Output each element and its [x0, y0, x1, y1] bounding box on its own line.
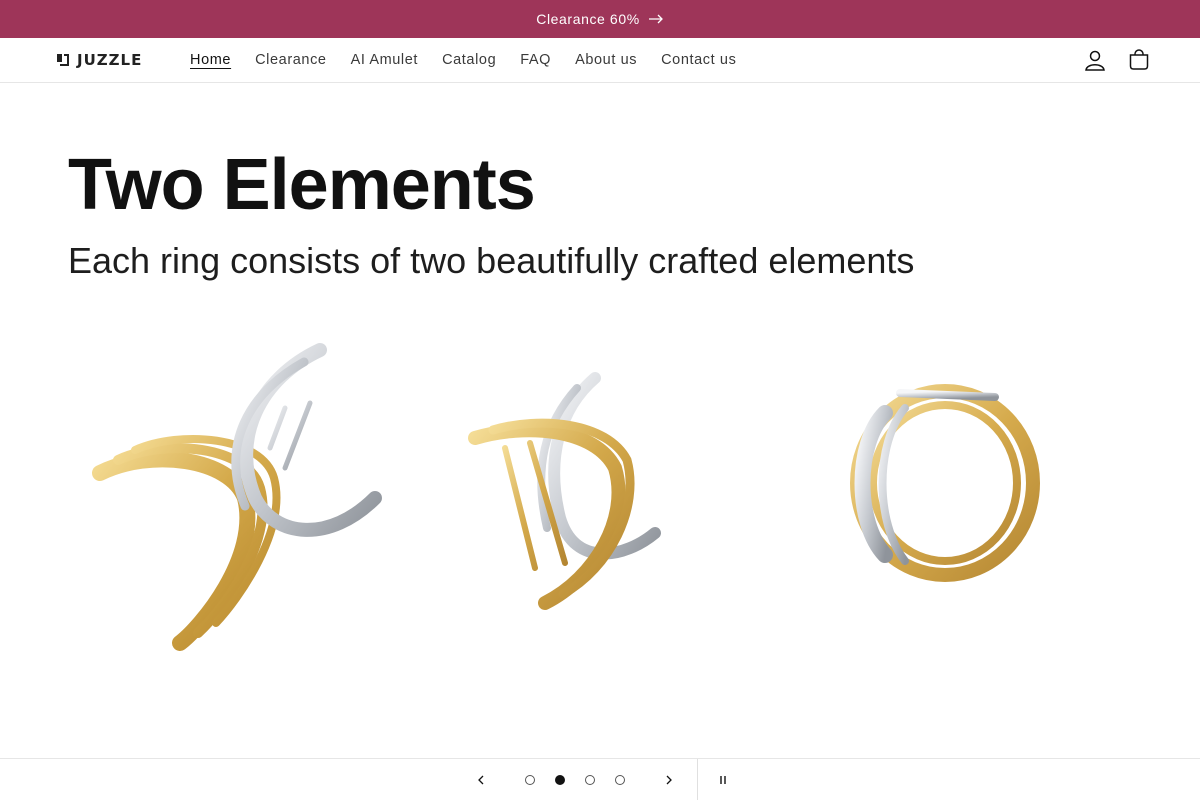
nav-ai-amulet[interactable]: AI Amulet	[339, 38, 430, 82]
account-icon[interactable]	[1082, 47, 1108, 73]
hero-title: Two Elements	[68, 145, 536, 225]
nav-contact-us[interactable]: Contact us	[649, 38, 748, 82]
ring-separated-image	[92, 343, 382, 651]
arrow-right-icon	[648, 14, 664, 24]
logo-text: JUZZLE	[77, 51, 143, 69]
nav-clearance[interactable]: Clearance	[243, 38, 339, 82]
pause-icon[interactable]	[710, 759, 736, 800]
previous-slide-icon[interactable]	[468, 759, 494, 800]
logo[interactable]: JUZZLE	[56, 51, 142, 69]
ring-sliding-together-image	[468, 372, 661, 610]
slide-dot-1[interactable]	[520, 759, 540, 800]
controls-divider	[697, 759, 698, 800]
site-header: JUZZLE Home Clearance AI Amulet Catalog …	[0, 38, 1200, 83]
slide-dot-3[interactable]	[580, 759, 600, 800]
nav-about-us[interactable]: About us	[563, 38, 649, 82]
slide-dot-2[interactable]	[550, 759, 570, 800]
slide-dot-4[interactable]	[610, 759, 630, 800]
cart-icon[interactable]	[1126, 47, 1152, 73]
hero-slide: Two Elements Each ring consists of two b…	[0, 83, 1200, 758]
nav-catalog[interactable]: Catalog	[430, 38, 508, 82]
next-slide-icon[interactable]	[656, 759, 682, 800]
logo-mark-icon	[57, 54, 69, 66]
announcement-text[interactable]: Clearance 60%	[536, 11, 640, 27]
nav-home[interactable]: Home	[178, 38, 243, 82]
hero-subtitle: Each ring consists of two beautifully cr…	[68, 240, 915, 281]
announcement-bar[interactable]: Clearance 60%	[0, 0, 1200, 38]
nav-faq[interactable]: FAQ	[508, 38, 563, 82]
main-nav: Home Clearance AI Amulet Catalog FAQ Abo…	[178, 38, 748, 82]
slideshow-controls	[0, 758, 1200, 800]
header-icons	[1082, 47, 1152, 73]
ring-assembled-image	[850, 384, 1040, 582]
